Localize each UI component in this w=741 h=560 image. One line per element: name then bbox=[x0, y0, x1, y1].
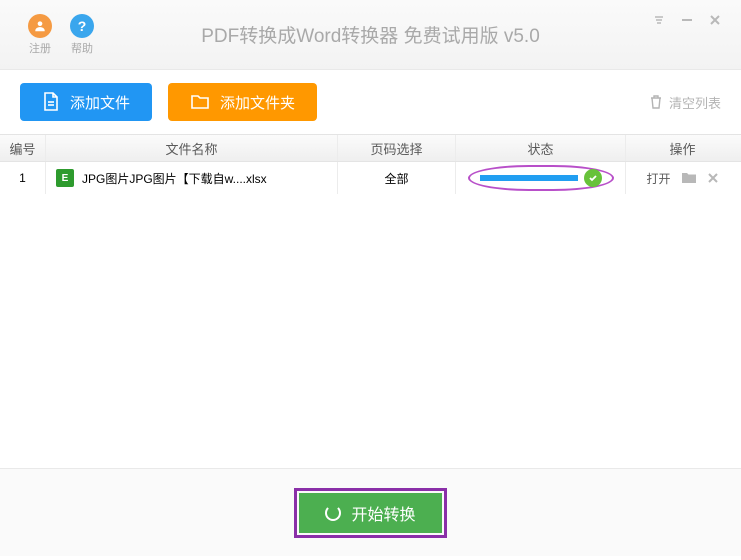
open-file-link[interactable]: 打开 bbox=[646, 170, 670, 187]
add-folder-label: 添加文件夹 bbox=[220, 92, 295, 113]
start-button-highlight: 开始转换 bbox=[294, 488, 446, 538]
header-left-tools: 注册 ? 帮助 bbox=[0, 14, 94, 56]
add-file-label: 添加文件 bbox=[70, 92, 130, 113]
title-bar: 注册 ? 帮助 PDF转换成Word转换器 免费试用版 v5.0 bbox=[0, 0, 741, 70]
register-button[interactable]: 注册 bbox=[28, 14, 52, 56]
cell-ops: 打开 bbox=[626, 162, 739, 194]
help-button[interactable]: ? 帮助 bbox=[70, 14, 94, 56]
user-icon bbox=[28, 14, 52, 38]
clear-list-button[interactable]: 清空列表 bbox=[649, 93, 721, 112]
toolbar: 添加文件 添加文件夹 清空列表 bbox=[0, 70, 741, 134]
question-icon: ? bbox=[70, 14, 94, 38]
remove-row-icon[interactable] bbox=[707, 172, 719, 184]
open-folder-icon[interactable] bbox=[681, 171, 697, 185]
excel-file-icon: E bbox=[56, 169, 74, 187]
dropdown-icon[interactable] bbox=[653, 14, 665, 26]
trash-icon bbox=[649, 94, 663, 110]
col-header-status: 状态 bbox=[456, 135, 626, 161]
progress-indicator bbox=[480, 169, 602, 187]
minimize-icon[interactable] bbox=[681, 14, 693, 26]
add-folder-button[interactable]: 添加文件夹 bbox=[168, 83, 317, 121]
cell-pages[interactable]: 全部 bbox=[338, 162, 456, 194]
start-convert-label: 开始转换 bbox=[351, 501, 415, 525]
folder-icon bbox=[190, 93, 210, 111]
app-title: PDF转换成Word转换器 免费试用版 v5.0 bbox=[201, 21, 540, 48]
status-highlight-ring bbox=[468, 165, 614, 191]
table-body: 1 E JPG图片JPG图片【下载自w....xlsx 全部 打开 bbox=[0, 162, 741, 468]
bottom-bar: 开始转换 bbox=[0, 468, 741, 556]
cell-num: 1 bbox=[0, 162, 46, 194]
close-icon[interactable] bbox=[709, 14, 721, 26]
filename-text: JPG图片JPG图片【下载自w....xlsx bbox=[82, 170, 267, 187]
table-header: 编号 文件名称 页码选择 状态 操作 bbox=[0, 134, 741, 162]
file-icon bbox=[42, 92, 60, 112]
col-header-num: 编号 bbox=[0, 135, 46, 161]
success-check-icon bbox=[584, 169, 602, 187]
start-convert-button[interactable]: 开始转换 bbox=[299, 493, 441, 533]
cell-status bbox=[456, 162, 626, 194]
clear-list-label: 清空列表 bbox=[669, 93, 721, 112]
col-header-pages: 页码选择 bbox=[338, 135, 456, 161]
col-header-ops: 操作 bbox=[626, 135, 739, 161]
table-row[interactable]: 1 E JPG图片JPG图片【下载自w....xlsx 全部 打开 bbox=[0, 162, 741, 194]
cell-filename: E JPG图片JPG图片【下载自w....xlsx bbox=[46, 162, 338, 194]
add-file-button[interactable]: 添加文件 bbox=[20, 83, 152, 121]
progress-bar bbox=[480, 175, 578, 181]
refresh-icon bbox=[325, 505, 341, 521]
col-header-name: 文件名称 bbox=[46, 135, 338, 161]
window-controls bbox=[653, 14, 721, 26]
help-label: 帮助 bbox=[71, 40, 93, 56]
register-label: 注册 bbox=[29, 40, 51, 56]
